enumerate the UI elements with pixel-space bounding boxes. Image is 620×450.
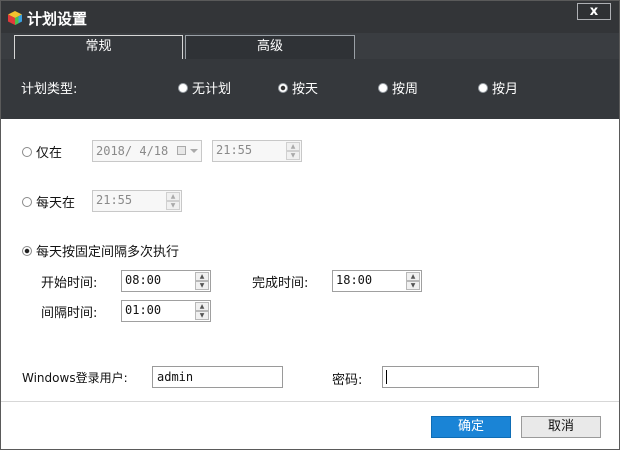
footer-divider bbox=[1, 401, 619, 402]
radio-only-at[interactable]: 仅在 bbox=[22, 142, 62, 161]
cancel-button[interactable]: 取消 bbox=[521, 416, 601, 438]
spin-up-icon[interactable]: ▲ bbox=[195, 302, 209, 311]
radio-label: 每天按固定间隔多次执行 bbox=[36, 245, 180, 260]
schedule-type-label: 计划类型: bbox=[21, 82, 78, 97]
title-bar: 计划设置 x bbox=[1, 1, 619, 33]
spin-down-icon[interactable]: ▼ bbox=[166, 201, 180, 210]
radio-indicator bbox=[22, 146, 32, 157]
radio-monthly[interactable]: 按月 bbox=[478, 78, 518, 97]
time-spinner: ▲ ▼ bbox=[166, 192, 180, 210]
windows-user-label: Windows登录用户: bbox=[22, 371, 128, 385]
radio-daily-at[interactable]: 每天在 bbox=[22, 192, 75, 211]
app-cube-icon bbox=[8, 11, 22, 25]
radio-indicator-checked bbox=[22, 245, 32, 256]
end-time-field[interactable]: 18:00 ▲ ▼ bbox=[332, 270, 422, 292]
time-value: 21:55 bbox=[216, 143, 253, 157]
radio-weekly[interactable]: 按周 bbox=[378, 78, 418, 97]
spin-down-icon[interactable]: ▼ bbox=[406, 281, 420, 290]
tab-general[interactable]: 常规 bbox=[14, 35, 183, 59]
time-value: 18:00 bbox=[336, 273, 373, 287]
start-time-label: 开始时间: bbox=[41, 276, 98, 291]
tab-advanced[interactable]: 高级 bbox=[185, 35, 355, 59]
time-spinner: ▲ ▼ bbox=[406, 272, 420, 290]
radio-label: 无计划 bbox=[192, 82, 232, 97]
close-button[interactable]: x bbox=[577, 3, 611, 20]
schedule-settings-dialog: 计划设置 x 常规 高级 计划类型: 无计划 按天 按周 按月 仅在 2018/… bbox=[0, 0, 620, 450]
window-title: 计划设置 bbox=[27, 10, 88, 28]
close-icon: x bbox=[589, 4, 599, 19]
spin-down-icon[interactable]: ▼ bbox=[195, 281, 209, 290]
time-spinner: ▲ ▼ bbox=[195, 272, 209, 290]
radio-interval[interactable]: 每天按固定间隔多次执行 bbox=[22, 241, 179, 260]
time-spinner: ▲ ▼ bbox=[286, 142, 300, 160]
text-caret bbox=[386, 370, 387, 384]
spin-up-icon[interactable]: ▲ bbox=[166, 192, 180, 201]
calendar-icon bbox=[177, 146, 186, 155]
date-dropdown[interactable] bbox=[177, 145, 199, 157]
daily-at-time-field[interactable]: 21:55 ▲ ▼ bbox=[92, 190, 182, 212]
password-label: 密码: bbox=[332, 373, 363, 388]
time-value: 01:00 bbox=[125, 303, 162, 317]
radio-daily[interactable]: 按天 bbox=[278, 78, 318, 97]
radio-indicator bbox=[478, 82, 488, 93]
radio-no-schedule[interactable]: 无计划 bbox=[178, 78, 231, 97]
chevron-down-icon bbox=[190, 149, 198, 153]
radio-indicator bbox=[22, 196, 32, 207]
tab-strip: 常规 高级 bbox=[1, 33, 619, 59]
spin-up-icon[interactable]: ▲ bbox=[286, 142, 300, 151]
spin-up-icon[interactable]: ▲ bbox=[195, 272, 209, 281]
interval-time-field[interactable]: 01:00 ▲ ▼ bbox=[121, 300, 211, 322]
windows-user-input[interactable]: admin bbox=[152, 366, 283, 388]
password-input[interactable] bbox=[382, 366, 539, 388]
radio-label: 按周 bbox=[392, 82, 419, 97]
radio-label: 每天在 bbox=[36, 196, 76, 211]
time-spinner: ▲ ▼ bbox=[195, 302, 209, 320]
time-value: 21:55 bbox=[96, 193, 133, 207]
spin-down-icon[interactable]: ▼ bbox=[195, 311, 209, 320]
interval-time-label: 间隔时间: bbox=[41, 306, 98, 321]
spin-down-icon[interactable]: ▼ bbox=[286, 151, 300, 160]
end-time-label: 完成时间: bbox=[252, 276, 309, 291]
radio-indicator bbox=[178, 82, 188, 93]
time-value: 08:00 bbox=[125, 273, 162, 287]
radio-label: 按月 bbox=[492, 82, 519, 97]
date-picker[interactable]: 2018/ 4/18 bbox=[92, 140, 202, 162]
spin-up-icon[interactable]: ▲ bbox=[406, 272, 420, 281]
radio-indicator-checked bbox=[278, 82, 288, 93]
radio-label: 按天 bbox=[292, 82, 319, 97]
schedule-type-panel: 计划类型: 无计划 按天 按周 按月 bbox=[1, 59, 619, 119]
radio-label: 仅在 bbox=[36, 146, 63, 161]
only-at-time-field[interactable]: 21:55 ▲ ▼ bbox=[212, 140, 302, 162]
ok-button[interactable]: 确定 bbox=[431, 416, 511, 438]
date-value: 2018/ 4/18 bbox=[96, 144, 169, 158]
start-time-field[interactable]: 08:00 ▲ ▼ bbox=[121, 270, 211, 292]
radio-indicator bbox=[378, 82, 388, 93]
